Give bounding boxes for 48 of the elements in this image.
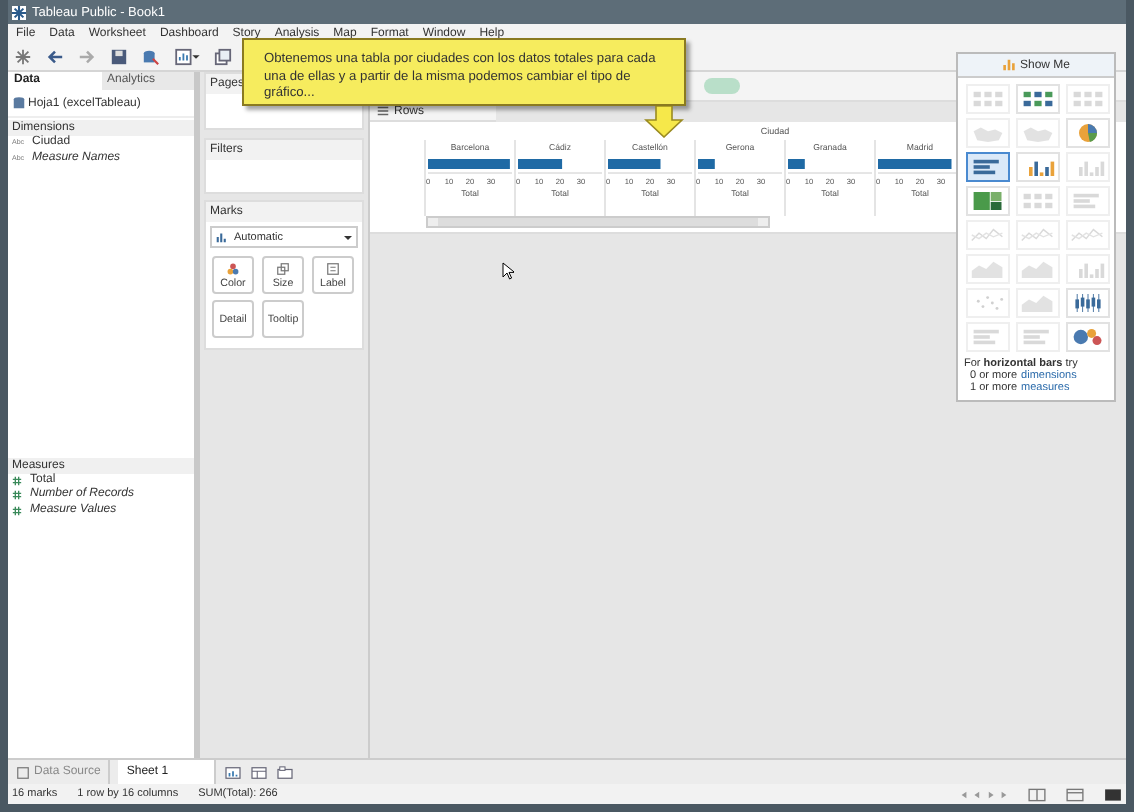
- table-chart-icon: [1020, 190, 1056, 212]
- grid-view-icon[interactable]: [1028, 787, 1046, 801]
- map-chart-icon: [970, 122, 1006, 144]
- save-icon[interactable]: [110, 48, 128, 66]
- table-chart-icon: [1020, 88, 1056, 110]
- box-chart-icon: [1070, 292, 1106, 314]
- line-chart-icon: [1070, 224, 1106, 246]
- forward-arrow-icon[interactable]: [78, 48, 96, 66]
- back-arrow-icon[interactable]: [46, 48, 64, 66]
- chart-type-option[interactable]: [966, 152, 1010, 182]
- color-dots-icon: [226, 261, 240, 275]
- duplicate-sheet-icon[interactable]: [214, 48, 232, 66]
- number-type-icon: [12, 490, 22, 501]
- area-chart-icon: [1020, 292, 1056, 314]
- new-story-icon[interactable]: [276, 765, 295, 779]
- x-axis: [427, 172, 513, 174]
- new-dashboard-icon[interactable]: [250, 765, 269, 779]
- line-chart-icon: [1020, 224, 1056, 246]
- sheet-navigation-icon[interactable]: [960, 789, 1008, 799]
- callout-arrow: [644, 106, 684, 138]
- table-chart-icon: [970, 88, 1006, 110]
- mouse-cursor-icon: [502, 262, 514, 280]
- new-sheet-icon[interactable]: [174, 48, 200, 66]
- horizontal-scrollbar[interactable]: [426, 216, 770, 228]
- data-source-icon[interactable]: [142, 48, 160, 66]
- new-worksheet-icon[interactable]: [224, 765, 243, 779]
- x-axis: [607, 172, 693, 174]
- caret-icon: [344, 235, 352, 239]
- bubble-chart-icon: [1070, 326, 1106, 348]
- bar-chart-icon: [216, 230, 230, 244]
- film-strip-icon[interactable]: [1066, 787, 1084, 801]
- bar-chart-icon: [1001, 58, 1016, 72]
- label-icon: [326, 261, 340, 275]
- rows-icon: [376, 104, 390, 118]
- area-chart-icon: [1020, 258, 1056, 280]
- number-type-icon: [12, 505, 22, 516]
- size-icon: [276, 261, 290, 275]
- column-pill[interactable]: [704, 78, 740, 94]
- treemap-chart-icon: [970, 190, 1006, 212]
- logo-icon[interactable]: [14, 48, 32, 66]
- number-type-icon: [12, 475, 22, 486]
- x-axis: [517, 172, 603, 174]
- bar[interactable]: [518, 159, 563, 169]
- line-chart-icon: [970, 224, 1006, 246]
- map-chart-icon: [1020, 122, 1056, 144]
- app-icon: [12, 5, 26, 19]
- area-chart-icon: [970, 258, 1006, 280]
- table-chart-icon: [1070, 88, 1106, 110]
